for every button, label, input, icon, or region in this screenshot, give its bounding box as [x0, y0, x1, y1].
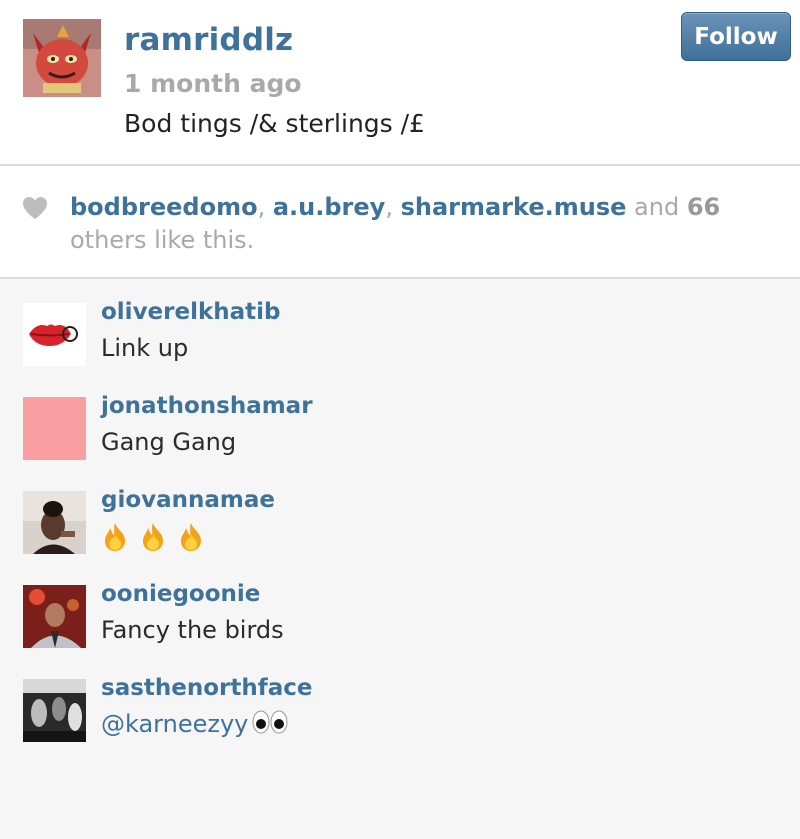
post-caption: Bod tings /& sterlings /£ [124, 109, 425, 138]
comment-username[interactable]: ooniegoonie [101, 581, 260, 607]
comment-username[interactable]: sasthenorthface [101, 675, 313, 701]
comment-text [101, 522, 215, 558]
comment-username[interactable]: jonathonshamar [101, 393, 313, 419]
like-count[interactable]: 66 [687, 193, 720, 221]
photo-avatar-icon [23, 491, 86, 554]
heart-icon[interactable] [22, 196, 48, 224]
comment-item: ooniegoonie Fancy the birds [0, 581, 800, 665]
comment-username[interactable]: giovannamae [101, 487, 275, 513]
liker-link[interactable]: bodbreedomo [70, 193, 258, 221]
photo-avatar-icon [23, 585, 86, 648]
comment-text: Gang Gang [101, 428, 237, 456]
comment-avatar[interactable] [23, 303, 86, 366]
post-timestamp: 1 month ago [124, 69, 302, 98]
photo-avatar-icon [23, 679, 86, 742]
comment-avatar[interactable] [23, 397, 86, 460]
follow-button[interactable]: Follow [681, 12, 791, 61]
liker-link[interactable]: sharmarke.muse [401, 193, 627, 221]
comment-item: jonathonshamar Gang Gang [0, 393, 800, 477]
comment-item: sasthenorthface @karneezyy [0, 675, 800, 759]
post-username[interactable]: ramriddlz [124, 22, 293, 58]
comment-avatar[interactable] [23, 679, 86, 742]
comment-avatar[interactable] [23, 491, 86, 554]
post-header: ramriddlz 1 month ago Bod tings /& sterl… [0, 0, 800, 166]
comment-text: Fancy the birds [101, 616, 284, 644]
comment-text: Link up [101, 334, 189, 362]
user-avatar[interactable] [23, 19, 101, 97]
comment-item: oliverelkhatib Link up [0, 299, 800, 383]
likes-summary: bodbreedomo, a.u.brey, sharmarke.muse an… [70, 193, 721, 254]
lips-avatar-icon [23, 303, 86, 366]
fire-icon [139, 522, 167, 558]
devil-mask-avatar-icon [23, 19, 101, 97]
mention-link[interactable]: @karneezyy [101, 710, 248, 738]
liker-link[interactable]: a.u.brey [273, 193, 385, 221]
comment-username[interactable]: oliverelkhatib [101, 299, 281, 325]
comment-text: @karneezyy [101, 710, 288, 740]
comment-item: giovannamae [0, 487, 800, 571]
fire-icon [101, 522, 129, 558]
fire-icon [177, 522, 205, 558]
comment-avatar[interactable] [23, 585, 86, 648]
eyes-icon [252, 710, 288, 740]
